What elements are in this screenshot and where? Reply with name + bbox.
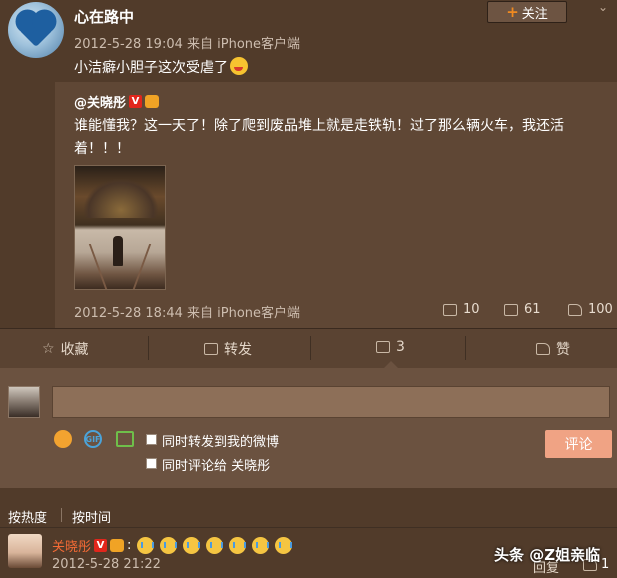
sort-by-hot[interactable]: 按热度 [8,507,47,526]
avatar[interactable] [8,2,64,58]
favorite-button[interactable]: ☆ 收藏 [42,339,89,359]
follow-label: 关注 [521,6,548,22]
repost-forward-value: 10 [463,302,480,317]
verified-badge-icon: V [94,539,108,552]
sort-by-time[interactable]: 按时间 [72,507,111,526]
like-label: 赞 [556,342,570,358]
comment-colon: : [127,538,132,553]
comment-avatar[interactable] [8,534,42,568]
forward-label: 转发 [224,342,252,358]
action-divider [310,336,311,360]
heart-icon [19,13,53,47]
post-text-content: 小洁癖小胆子这次受虐了 [74,60,228,76]
repost-comment-value: 61 [524,302,541,317]
photo-rail-left [88,244,108,289]
repost-author[interactable]: @关晓彤 V [74,92,160,111]
submit-comment-button[interactable]: 评论 [545,430,612,458]
crying-emoji-icon [229,537,247,554]
comment-author[interactable]: 关晓彤 [52,536,91,555]
comment-row: 关晓彤 V : [52,536,293,555]
chevron-down-icon[interactable]: ⌄ [598,0,608,14]
comment-icon [504,303,518,316]
repost-like-count[interactable]: 100 [568,302,613,317]
comment-like-count: 1 [601,557,610,572]
favorite-label: 收藏 [60,342,89,358]
crying-emoji-icon [275,537,293,554]
crown-icon [145,95,160,108]
repost-meta: 2012-5-28 18:44 来自 iPhone客户端 [74,306,301,321]
forward-icon [204,343,218,355]
crown-icon [110,539,125,552]
forward-checkbox[interactable] [146,434,157,445]
my-avatar [8,386,40,418]
sort-divider [61,508,62,522]
action-divider [465,336,466,360]
forward-button[interactable]: 转发 [204,339,252,359]
star-icon: ☆ [42,341,55,357]
crying-emoji-icon [137,537,155,554]
thumb-up-icon [568,303,582,316]
crying-emoji-icon [252,537,270,554]
forward-icon [443,303,457,316]
crying-emoji-icon [206,537,224,554]
repost-comment-count[interactable]: 61 [504,302,541,317]
repost-text: 谁能懂我？这一天了！除了爬到废品堆上就是走铁轨！过了那么辆火车，我还活着！！！ [74,118,564,157]
comment-time: 2012-5-28 21:22 [52,557,161,572]
repost-author-name[interactable]: @关晓彤 [74,92,126,111]
crying-emoji-icon [160,537,178,554]
action-bar [0,328,617,368]
plus-icon: + [506,3,519,21]
photo-figure [113,236,123,266]
crying-emoji-icon [183,537,201,554]
forward-option-label: 同时转发到我的微博 [162,435,280,450]
comment-count-label: 3 [396,339,405,355]
like-button[interactable]: 赞 [536,339,570,359]
gif-icon[interactable]: GIF [84,430,102,448]
kiss-emoji-icon [230,57,248,75]
comment-input[interactable] [52,386,610,418]
follow-button[interactable]: + 关注 [487,1,567,23]
post-meta: 2012-5-28 19:04 来自 iPhone客户端 [74,37,301,52]
post-text: 小洁癖小胆子这次受虐了 [74,57,248,77]
comment-to-option-label: 同时评论给 关晓彤 [162,459,271,474]
comment-button[interactable]: 3 [376,339,405,355]
comments-divider [0,527,617,528]
photo-rail-right [132,244,152,289]
smiley-icon[interactable] [54,430,72,448]
photo-pile-detail [83,178,159,218]
image-icon[interactable] [116,431,134,447]
comment-to-checkbox[interactable] [146,458,157,469]
verified-badge-icon: V [129,95,143,108]
watermark: 头条 @Z姐亲临 [494,546,601,564]
comment-icon [376,341,390,353]
repost-photo[interactable] [74,165,166,290]
repost-forward-count[interactable]: 10 [443,302,480,317]
thumb-up-icon [536,343,550,355]
repost-like-value: 100 [588,302,613,317]
post-author[interactable]: 心在路中 [74,6,134,27]
action-divider [148,336,149,360]
